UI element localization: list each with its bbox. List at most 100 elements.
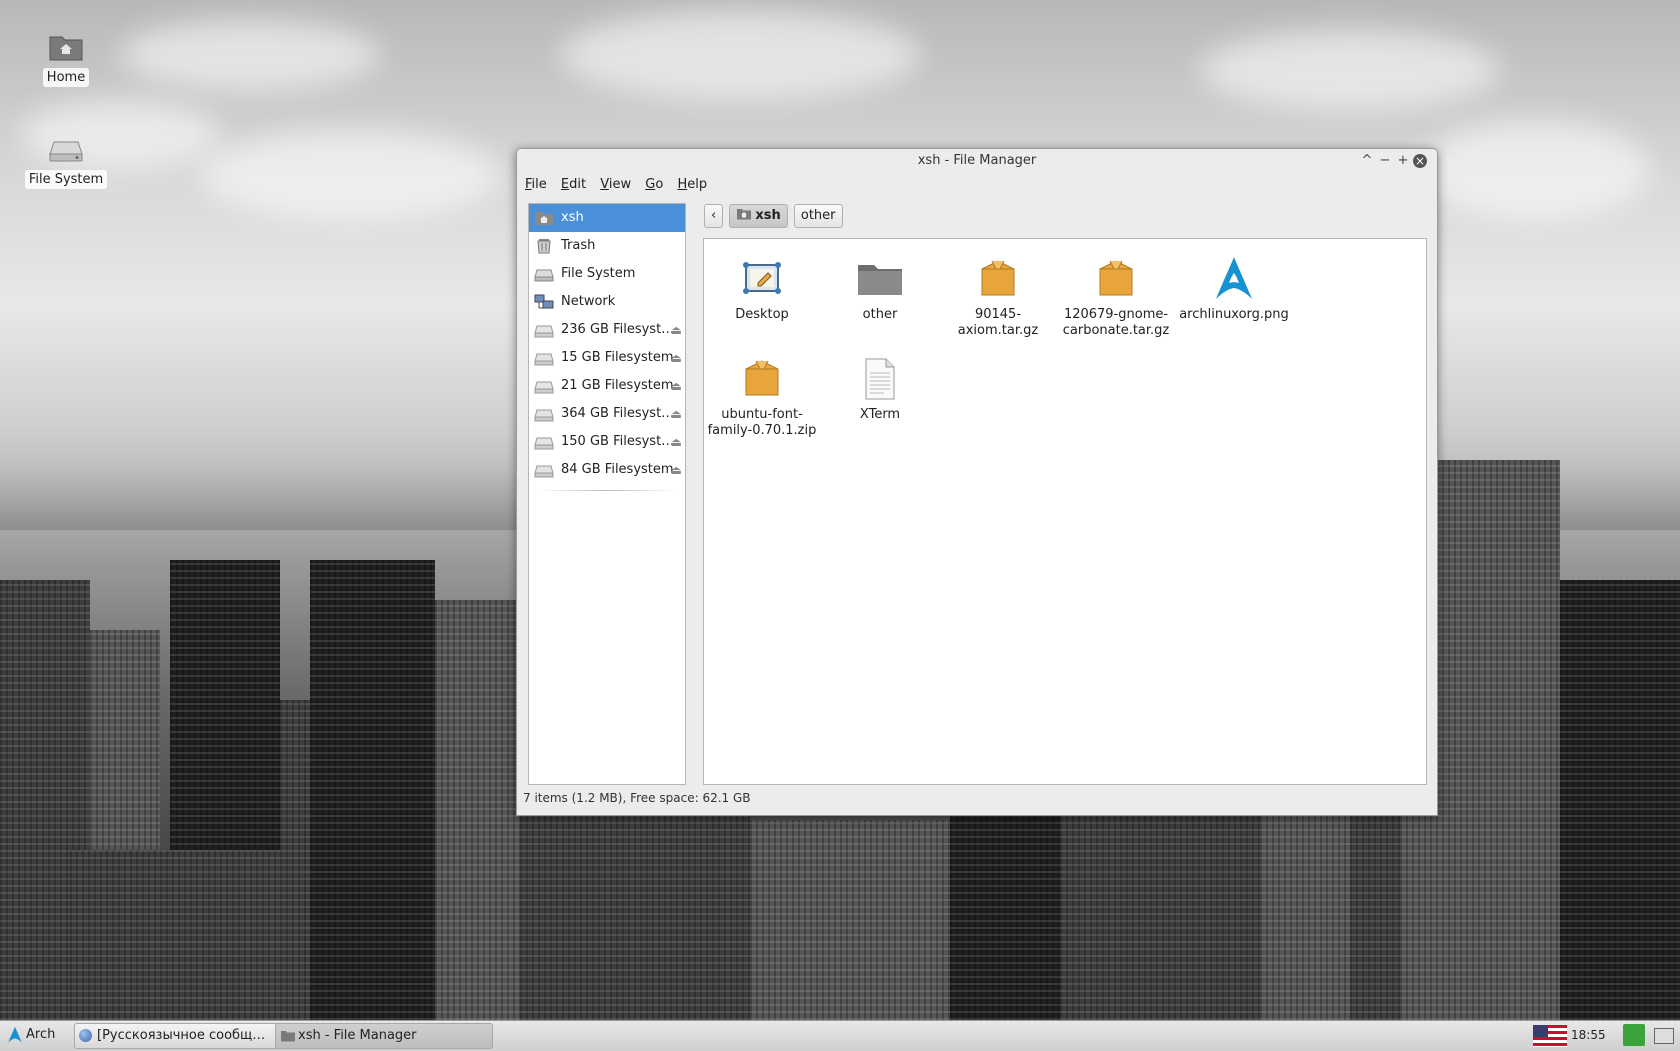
cloud (1200, 30, 1500, 110)
file-item-desktop[interactable]: Desktop (706, 255, 818, 323)
start-menu-label: Arch (26, 1027, 56, 1042)
file-item-other[interactable]: other (824, 255, 936, 323)
sidebar-item-label: 84 GB Filesystem (561, 462, 674, 477)
sidebar-item-label: 21 GB Filesystem (561, 378, 674, 393)
sidebar-item-trash[interactable]: Trash (529, 232, 685, 260)
drive-icon (534, 437, 554, 450)
eject-icon[interactable]: ⏏ (671, 456, 682, 484)
text-file-icon (856, 355, 904, 403)
building (1060, 780, 1260, 1020)
menu-label: iew (608, 177, 632, 192)
menu-help[interactable]: Help (677, 175, 707, 195)
clock[interactable]: 18:55 (1571, 1023, 1606, 1047)
menu-mnemonic: E (560, 177, 570, 192)
sidebar-item-label: 15 GB Filesystem (561, 350, 674, 365)
keyboard-layout-flag-icon[interactable] (1533, 1025, 1567, 1047)
taskbar-task-file-manager[interactable]: xsh - File Manager (275, 1023, 493, 1049)
eject-icon[interactable]: ⏏ (671, 316, 682, 344)
file-view[interactable]: Desktop other 90145- axiom.tar.gz 120679… (703, 238, 1427, 785)
file-name: other (862, 307, 898, 322)
minimize-button[interactable]: − (1377, 153, 1393, 169)
eject-icon[interactable]: ⏏ (671, 428, 682, 456)
building (1260, 800, 1350, 1020)
building (310, 560, 435, 1020)
sidebar-item-236gb[interactable]: 236 GB Filesyst… ⏏ (529, 316, 685, 344)
sidebar-separator (537, 490, 677, 491)
menu-mnemonic: V (600, 177, 609, 192)
sidebar-item-label: xsh (561, 210, 584, 225)
sidebar-item-xsh[interactable]: xsh (529, 204, 685, 232)
sidebar-item-label: File System (561, 266, 636, 281)
sidebar-item-364gb[interactable]: 364 GB Filesyst… ⏏ (529, 400, 685, 428)
drive-icon (534, 353, 554, 366)
breadcrumb-label: xsh (755, 208, 781, 223)
home-folder-icon (535, 212, 553, 225)
eject-icon[interactable]: ⏏ (671, 400, 682, 428)
building (750, 820, 950, 1020)
start-menu-button[interactable]: Arch (4, 1023, 55, 1047)
logout-icon[interactable] (1623, 1024, 1645, 1046)
globe-icon (79, 1029, 92, 1042)
sidebar-item-150gb[interactable]: 150 GB Filesyst… ⏏ (529, 428, 685, 456)
sidebar-item-label: Network (561, 294, 616, 309)
sidebar-item-network[interactable]: Network (529, 288, 685, 316)
network-icon (534, 294, 554, 309)
show-desktop-icon[interactable] (1654, 1028, 1674, 1044)
path-bar: ‹ xsh other (704, 204, 845, 230)
menu-label: elp (687, 177, 708, 192)
close-button[interactable]: × (1413, 154, 1427, 168)
back-button[interactable]: ‹ (704, 204, 724, 228)
breadcrumb-other[interactable]: other (793, 204, 843, 228)
taskbar-task-label: [Русскоязычное сообщ… (97, 1028, 266, 1043)
maximize-button[interactable]: + (1395, 153, 1411, 169)
desktop-icon-home[interactable]: Home (16, 32, 116, 87)
menu-mnemonic: H (677, 177, 688, 192)
file-item-ubuntu-font-zip[interactable]: ubuntu-font- family-0.70.1.zip (706, 355, 818, 439)
menu-label: o (655, 177, 664, 192)
sidebar-item-label: 236 GB Filesyst… (561, 322, 675, 337)
archive-icon (1092, 255, 1140, 303)
menu-label: dit (569, 177, 587, 192)
archive-icon (974, 255, 1022, 303)
window-titlebar[interactable]: xsh - File Manager (517, 149, 1437, 173)
file-item-xterm[interactable]: XTerm (824, 355, 936, 423)
sidebar-item-label: 150 GB Filesyst… (561, 434, 675, 449)
eject-icon[interactable]: ⏏ (671, 344, 682, 372)
menu-mnemonic: G (645, 177, 656, 192)
window-title: xsh - File Manager (917, 153, 1037, 168)
menu-view[interactable]: View (600, 175, 631, 195)
folder-icon (856, 255, 904, 303)
sidebar-item-15gb[interactable]: 15 GB Filesystem ⏏ (529, 344, 685, 372)
cloud (200, 130, 500, 220)
menu-edit[interactable]: Edit (561, 175, 586, 195)
home-folder-icon (737, 209, 752, 220)
file-item-gnome-carbonate-archive[interactable]: 120679-gnome- carbonate.tar.gz (1060, 255, 1172, 339)
drive-icon (534, 381, 554, 394)
desktop-icon-file-system[interactable]: File System (16, 134, 116, 189)
trash-icon (537, 239, 551, 254)
arch-logo-icon (1210, 255, 1258, 303)
sidebar-item-label: 364 GB Filesyst… (561, 406, 675, 421)
drive-icon (534, 269, 554, 282)
sidebar-item-file-system[interactable]: File System (529, 260, 685, 288)
sidebar-item-21gb[interactable]: 21 GB Filesystem ⏏ (529, 372, 685, 400)
building (435, 600, 525, 1020)
shade-button[interactable]: ^ (1359, 153, 1375, 169)
breadcrumb-xsh[interactable]: xsh (729, 204, 788, 228)
archive-icon (738, 355, 786, 403)
drive-icon (48, 134, 84, 164)
flag-canton (1533, 1025, 1548, 1037)
taskbar: Arch [Русскоязычное сообщ… xsh - File Ma… (0, 1020, 1680, 1051)
folder-icon (281, 1031, 295, 1042)
taskbar-task-browser[interactable]: [Русскоязычное сообщ… (74, 1023, 294, 1049)
drive-icon (534, 409, 554, 422)
file-item-axiom-archive[interactable]: 90145- axiom.tar.gz (942, 255, 1054, 339)
drive-icon (534, 325, 554, 338)
menu-go[interactable]: Go (645, 175, 663, 195)
file-item-archlinuxorg-png[interactable]: archlinuxorg.png (1178, 255, 1290, 323)
menu-file[interactable]: File (525, 175, 547, 195)
status-bar: 7 items (1.2 MB), Free space: 62.1 GB (523, 791, 751, 805)
sidebar-item-84gb[interactable]: 84 GB Filesystem ⏏ (529, 456, 685, 484)
cloud (120, 20, 380, 90)
eject-icon[interactable]: ⏏ (671, 372, 682, 400)
